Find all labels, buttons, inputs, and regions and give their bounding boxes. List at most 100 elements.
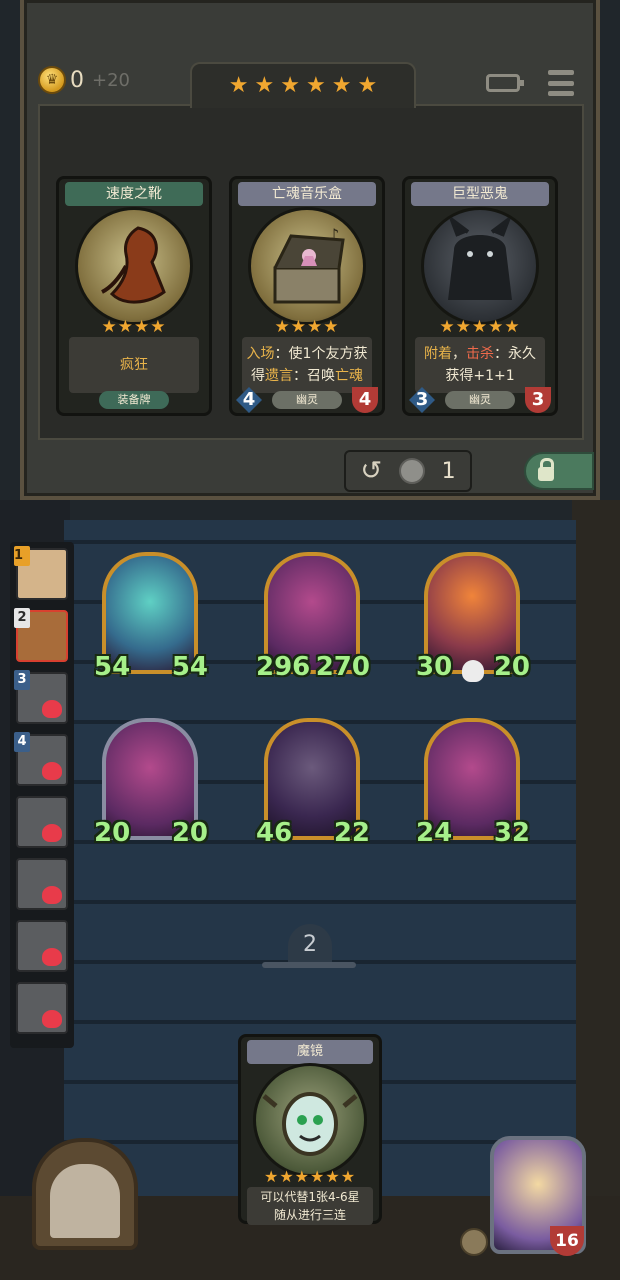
page-bar [262,962,356,968]
ghost-minion[interactable]: 54 54 [94,552,208,682]
card-desc-fragment: ， [452,346,466,362]
card-desc-fragment: 击杀 [466,346,494,362]
card-stars: ★★★★ [101,317,167,337]
player-slot[interactable] [16,982,68,1034]
card-desc-line: 随从进行三连 [273,1208,346,1222]
dragon-minion[interactable]: 296 270 [256,552,370,682]
card-desc-line: 附着，击杀：永久 [424,343,536,365]
refresh-button[interactable]: ↺ 1 [344,450,472,492]
eliminated-skull-icon [42,1010,62,1028]
gold-income: +20 [92,69,130,91]
player-list: 1 2 3 4 [10,542,74,1048]
card-desc-line: 得遗言：召唤亡魂 [251,365,363,387]
shop-card-speed-boots[interactable]: 速度之靴 ★★★★ 疯狂 装备牌 [56,176,212,416]
tavern-star-icon: ★ [306,73,326,98]
menu-icon[interactable] [548,70,574,96]
tavern-tier-stars: ★ ★ ★ ★ ★ ★ [190,62,416,108]
minion-health: 54 [171,652,208,682]
minion-health: 20 [493,652,530,682]
player-rank: 1 [14,546,30,566]
player-slot[interactable]: 4 [14,732,68,786]
card-desc-fragment: ：召唤 [293,368,335,384]
minion-health: 270 [315,652,370,682]
tavern-star-icon: ★ [254,73,275,98]
tavern-star-icon: ★ [357,73,378,98]
eliminated-skull-icon [42,824,62,842]
horned-beast-minion[interactable]: 24 32 [416,718,530,848]
card-desc-line: 获得+1+1 [445,365,514,387]
card-desc-fragment: 遗言 [265,368,293,384]
hero-power-icon[interactable] [460,1228,488,1256]
crown-coin-icon: ♛ [38,66,66,94]
refresh-cost: 1 [441,458,456,484]
card-desc-fragment: 得 [251,368,265,384]
player-slot[interactable]: 2 [14,608,68,662]
minion-attack: 30 [416,652,453,682]
player-rank: 2 [14,608,30,628]
refresh-icon: ↺ [360,456,383,486]
minion-health: 22 [333,818,370,848]
gold-display: ♛ 0 +20 [38,66,130,94]
tavern-portrait [50,1164,120,1238]
card-desc-line: 疯狂 [120,357,148,373]
tavern-star-icon: ★ [280,73,300,98]
eliminated-skull-icon [42,700,62,718]
minion-attack: 20 [94,818,131,848]
card-desc-fragment: 入场 [246,346,275,362]
plague-doctor-minion[interactable]: 46 22 [256,718,370,848]
boot-art [75,207,193,325]
card-desc-fragment: 获得+1+1 [445,368,515,384]
freeze-button[interactable] [524,452,594,490]
card-stars: ★★★★ [274,317,340,337]
eliminated-skull-icon [42,948,62,966]
hand-card-magic-mirror[interactable]: 魔镜 ★★★★★★ 可以代替1张4-6星 随从进行三连 [238,1034,382,1225]
card-stars: ★★★★★ [439,317,521,337]
player-rank: 3 [14,670,30,690]
card-type-tag: 装备牌 [99,391,169,409]
tavern-star-icon: ★ [331,73,352,98]
shop-card-music-box[interactable]: 亡魂音乐盒 ♪ ★★★★ 入场：使1个友方获 得遗言：召唤亡魂 幽灵 4 4 [229,176,385,416]
card-description: 入场：使1个友方获 得遗言：召唤亡魂 [242,337,372,393]
coin-icon [398,458,425,484]
player-slot[interactable]: 1 [14,546,68,600]
shop-card-giant-ghoul[interactable]: 巨型恶鬼 ★★★★★ 附着，击杀：永久 获得+1+1 幽灵 3 3 [402,176,558,416]
minion-attack: 296 [256,652,311,682]
minion-health: 32 [493,818,530,848]
card-description: 附着，击杀：永久获得+1+1 [415,337,545,393]
card-name: 速度之靴 [106,186,162,202]
health-stat: 3 [525,387,551,413]
lock-icon [538,458,554,481]
card-desc-fragment: 亡魂 [335,368,363,384]
eliminated-skull-icon [42,886,62,904]
deathrattle-skull-icon [462,660,484,682]
board-page-indicator[interactable]: 2 [288,924,332,964]
tavern-button[interactable] [32,1138,138,1250]
gold-value: 0 [70,67,84,93]
fire-boar-minion[interactable]: 30 20 [416,552,530,682]
music-box-art: ♪ [248,207,366,325]
mirror-art [253,1063,367,1177]
eliminated-skull-icon [42,762,62,780]
svg-text:♪: ♪ [329,225,339,244]
card-desc-fragment: ：使1个友方获 [274,346,368,362]
card-stars: ★★★★★★ [263,1167,357,1186]
battery-icon [486,74,524,92]
player-slot[interactable]: 3 [14,670,68,724]
player-slot[interactable] [16,920,68,972]
ghoul-art [421,207,539,325]
clown-minion[interactable]: 20 20 [94,718,208,848]
player-slot[interactable] [16,858,68,910]
minion-attack: 54 [94,652,131,682]
health-stat: 4 [352,387,378,413]
minion-health: 20 [171,818,208,848]
player-rank: 4 [14,732,30,752]
right-wall [572,500,620,1220]
card-description: 可以代替1张4-6星 随从进行三连 [247,1187,373,1225]
player-slot[interactable] [16,796,68,848]
card-type-tag: 幽灵 [272,391,342,409]
minion-attack: 46 [256,818,293,848]
card-name: 魔镜 [296,1044,323,1059]
card-desc-fragment: 附着 [424,346,452,362]
card-type-tag: 幽灵 [445,391,515,409]
tavern-star-icon: ★ [228,73,249,98]
